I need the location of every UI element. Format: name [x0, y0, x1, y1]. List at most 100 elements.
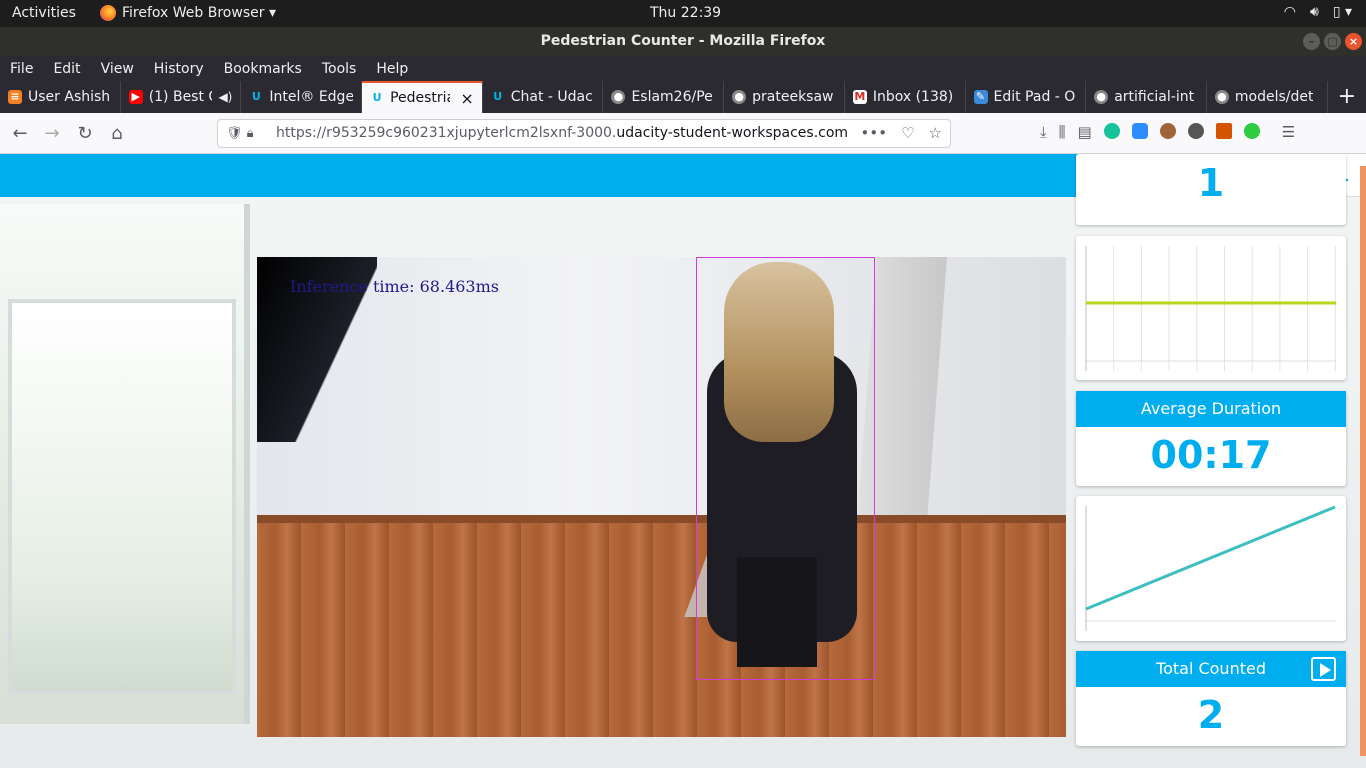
minimize-icon[interactable]: – [1303, 33, 1320, 50]
back-icon[interactable]: ← [9, 123, 31, 144]
total-counted-card: Total Counted 2 [1076, 651, 1346, 746]
youtube-icon: ▶ [128, 90, 143, 104]
current-count-card: 1 [1076, 154, 1346, 225]
page-actions-icon[interactable]: ••• [861, 120, 888, 147]
home-icon[interactable]: ⌂ [106, 123, 128, 144]
app-menu-label: Firefox Web Browser ▾ [122, 5, 276, 21]
detection-bounding-box [696, 257, 875, 680]
tab-label: Chat - Udac [510, 89, 593, 105]
tab-user-ashish[interactable]: ≡ User Ashish [0, 81, 121, 113]
navigation-bar: ← → ↻ ⌂ 🛡︎ 🔒︎ https://r953259c960231xjup… [0, 113, 1366, 154]
editpad-icon: ✎ [973, 90, 988, 104]
download-icon[interactable]: ⤓ [1040, 123, 1047, 141]
hamburger-menu-icon[interactable]: ☰ [1282, 123, 1295, 141]
video-feed: Inference time: 68.463ms [257, 257, 1066, 737]
window-title-bar: Pedestrian Counter - Mozilla Firefox – □… [0, 27, 1366, 56]
tab-bar: ≡ User Ashish ▶ (1) Best C ◀) U Intel® E… [0, 81, 1366, 113]
tab-label: artificial-int [1114, 89, 1195, 105]
tab-youtube[interactable]: ▶ (1) Best C ◀) [121, 81, 242, 113]
average-duration-value: 00:17 [1150, 433, 1272, 477]
reload-icon[interactable]: ↻ [74, 123, 96, 144]
tab-models-detection[interactable]: ● models/det [1207, 81, 1328, 113]
github-icon: ● [732, 90, 747, 104]
bookmark-star-icon[interactable]: ☆ [929, 120, 942, 147]
stackoverflow-icon: ≡ [8, 90, 22, 104]
speaker-icon[interactable]: ◀) [218, 90, 232, 104]
firefox-icon [100, 5, 116, 21]
github-icon: ● [1214, 90, 1229, 104]
menu-edit[interactable]: Edit [53, 61, 80, 77]
total-counted-header: Total Counted [1076, 651, 1346, 687]
average-duration-card: Average Duration 00:17 [1076, 391, 1346, 486]
activities-button[interactable]: Activities [12, 5, 76, 21]
url-bar[interactable]: 🛡︎ 🔒︎ https://r953259c960231xjupyterlcm2… [217, 119, 951, 148]
addon-icon[interactable] [1243, 123, 1260, 139]
page-scrollbar[interactable] [1360, 166, 1366, 756]
udacity-icon: U [251, 90, 261, 103]
github-icon: ● [1094, 90, 1109, 104]
duration-line [1085, 505, 1336, 611]
tab-chat-udacity[interactable]: U Chat - Udac [483, 81, 604, 113]
url-text[interactable]: https://r953259c960231xjupyterlcm2lsxnf-… [276, 120, 848, 147]
cookie-icon[interactable] [1159, 123, 1176, 139]
extension-icon[interactable] [1215, 123, 1232, 139]
github-icon: ● [611, 90, 626, 104]
wood-floor [257, 519, 1066, 737]
total-counted-title: Total Counted [1156, 659, 1266, 678]
window-title: Pedestrian Counter - Mozilla Firefox [540, 33, 826, 49]
menu-bar: File Edit View History Bookmarks Tools H… [0, 56, 1366, 81]
menu-tools[interactable]: Tools [322, 61, 357, 77]
udacity-icon: U [493, 90, 503, 103]
tab-artificial-intelligence[interactable]: ● artificial-int [1086, 81, 1207, 113]
toolbar-icons: ⤓ ⫼ ▤ ☰ [1040, 123, 1295, 141]
menu-bookmarks[interactable]: Bookmarks [224, 61, 302, 77]
system-top-bar: Activities Firefox Web Browser ▾ Thu 22:… [0, 0, 1366, 27]
page-content: Inference time: 68.463ms 1 Average Durat… [0, 154, 1366, 768]
play-icon[interactable] [1311, 657, 1336, 681]
grammarly-icon[interactable] [1103, 123, 1120, 139]
count-chart-card [1076, 236, 1346, 380]
volume-icon[interactable]: 🔊︎ [1310, 4, 1319, 20]
close-icon[interactable]: × [1345, 33, 1362, 50]
maximize-icon[interactable]: □ [1324, 33, 1341, 50]
tab-label: Eslam26/Pe [631, 89, 713, 105]
tab-intel-edge[interactable]: U Intel® Edge [241, 81, 363, 113]
battery-icon[interactable]: ▯ ▾ [1333, 4, 1352, 20]
background-window [0, 204, 250, 724]
inference-time-label: Inference time: 68.463ms [290, 277, 499, 296]
tab-inbox[interactable]: M Inbox (138) [845, 81, 966, 113]
account-icon[interactable] [1187, 123, 1204, 139]
tab-label: Pedestria [390, 90, 451, 106]
menu-history[interactable]: History [154, 61, 204, 77]
tab-pedestrian[interactable]: U Pedestria × [362, 81, 483, 113]
average-duration-title: Average Duration [1076, 391, 1346, 427]
duration-chart [1085, 505, 1336, 631]
app-menu[interactable]: Firefox Web Browser ▾ [100, 5, 276, 21]
zoom-icon[interactable] [1131, 123, 1148, 139]
library-icon[interactable]: ⫼ [1059, 123, 1066, 141]
tab-eslam26[interactable]: ● Eslam26/Pe [603, 81, 725, 113]
lock-icon[interactable]: 🛡︎ 🔒︎ [226, 120, 254, 147]
pocket-icon[interactable]: ♡ [901, 120, 914, 147]
gmail-icon: M [852, 90, 867, 104]
menu-view[interactable]: View [101, 61, 134, 77]
tab-label: prateeksaw [752, 89, 834, 105]
wifi-icon[interactable]: ◠ [1284, 4, 1296, 20]
menu-file[interactable]: File [10, 61, 33, 77]
new-tab-button[interactable]: + [1328, 81, 1366, 113]
close-tab-icon[interactable]: × [460, 89, 473, 108]
forward-icon[interactable]: → [41, 123, 63, 144]
count-chart [1085, 246, 1336, 371]
tab-edit-pad[interactable]: ✎ Edit Pad - O [966, 81, 1087, 113]
sidebar-icon[interactable]: ▤ [1078, 123, 1092, 141]
tab-prateeksaw[interactable]: ● prateeksaw [724, 81, 845, 113]
current-count-value: 1 [1197, 161, 1225, 205]
udacity-icon: U [372, 91, 382, 104]
url-domain: udacity-student-workspaces.com [616, 125, 849, 141]
url-prefix: https://r953259c960231xjupyterlcm2lsxnf-… [276, 125, 617, 141]
clock[interactable]: Thu 22:39 [650, 5, 721, 21]
total-counted-value: 2 [1197, 693, 1225, 737]
system-tray[interactable]: ◠ 🔊︎ ▯ ▾ [1284, 4, 1352, 20]
tab-label: (1) Best C [148, 89, 213, 105]
menu-help[interactable]: Help [376, 61, 408, 77]
